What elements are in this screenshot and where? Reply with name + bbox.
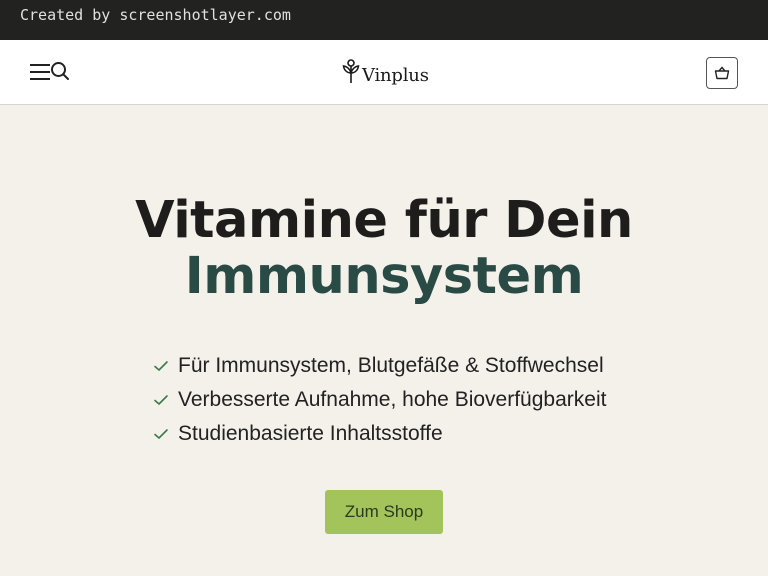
headline-line-2: Immunsystem xyxy=(184,247,584,306)
hero-section: Vitamine für Dein Immunsystem Für Immuns… xyxy=(0,193,768,534)
site-header: Vinplus xyxy=(0,40,768,105)
watermark-text: Created by screenshotlayer.com xyxy=(20,6,291,24)
checkmark-icon xyxy=(154,395,168,405)
headline-line-1: Vitamine für Dein xyxy=(135,191,633,250)
brand-logo-link[interactable]: Vinplus xyxy=(342,58,429,86)
menu-button[interactable] xyxy=(30,64,50,80)
hamburger-menu-icon xyxy=(30,64,50,66)
brand-name: Vinplus xyxy=(362,64,429,86)
cart-button[interactable] xyxy=(706,57,738,89)
feature-text: Studienbasierte Inhaltsstoffe xyxy=(178,422,443,445)
feature-list: Für Immunsystem, Blutgefäße & Stoffwechs… xyxy=(153,349,768,451)
feature-item: Verbesserte Aufnahme, hohe Bioverfügbark… xyxy=(153,383,768,417)
sprout-logo-icon xyxy=(342,59,360,83)
search-icon xyxy=(51,62,69,80)
hero-headline: Vitamine für Dein Immunsystem xyxy=(0,193,768,305)
shop-button[interactable]: Zum Shop xyxy=(324,490,444,534)
feature-text: Für Immunsystem, Blutgefäße & Stoffwechs… xyxy=(178,354,604,377)
basket-icon xyxy=(714,66,730,80)
feature-item: Studienbasierte Inhaltsstoffe xyxy=(153,417,768,451)
checkmark-icon xyxy=(154,429,168,439)
watermark-bar: Created by screenshotlayer.com xyxy=(0,0,768,40)
feature-text: Verbesserte Aufnahme, hohe Bioverfügbark… xyxy=(178,388,607,411)
checkmark-icon xyxy=(154,361,168,371)
search-button[interactable] xyxy=(50,61,70,81)
feature-item: Für Immunsystem, Blutgefäße & Stoffwechs… xyxy=(153,349,768,383)
